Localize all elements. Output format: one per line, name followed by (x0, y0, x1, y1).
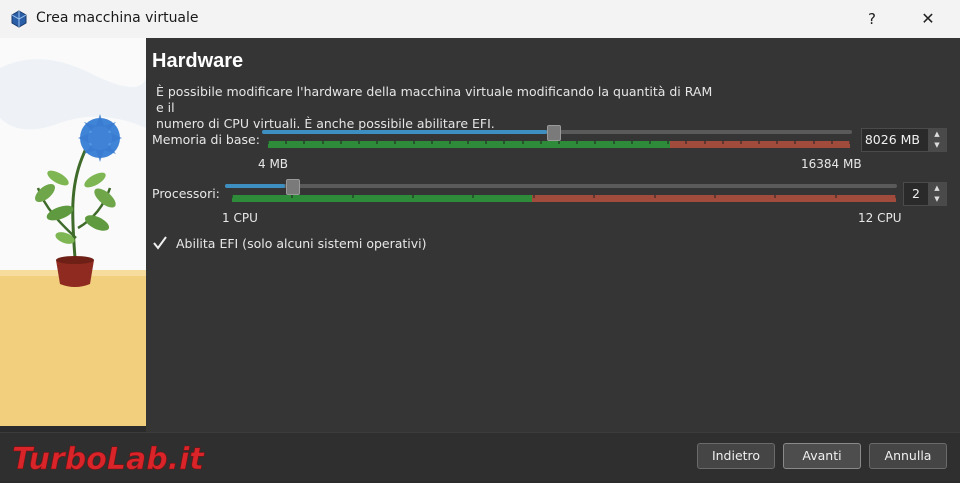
turbolab-watermark: TurboLab.it (10, 441, 250, 483)
memory-spin-arrows[interactable]: ▲ ▼ (928, 129, 946, 151)
cpu-min-label: 1 CPU (222, 211, 258, 225)
help-button[interactable]: ? (852, 4, 892, 34)
watermark-logo: TurboLab.it (12, 442, 206, 478)
virtualbox-icon (11, 10, 27, 28)
cpu-spinbox[interactable]: 2 ▲ ▼ (903, 182, 947, 206)
efi-checkbox[interactable] (152, 235, 168, 251)
watermark-text: TurboLab.it (12, 442, 205, 475)
memory-slider-fill (262, 130, 548, 134)
memory-max-label: 16384 MB (801, 157, 862, 171)
back-button[interactable]: Indietro (697, 443, 775, 469)
cpu-max-label: 12 CPU (858, 211, 902, 225)
spin-up-icon[interactable]: ▲ (928, 129, 946, 140)
window-title: Crea macchina virtuale (36, 10, 199, 26)
page-title: Hardware (152, 50, 244, 72)
wizard-illustration (0, 38, 147, 426)
cpu-slider-fill (225, 184, 286, 188)
cpu-slider-groove[interactable] (225, 184, 897, 188)
memory-spinbox[interactable]: 8026 MB ▲ ▼ (861, 128, 947, 152)
page-description: È possibile modificare l'hardware della … (156, 84, 716, 132)
cpu-slider-handle[interactable] (286, 179, 301, 195)
memory-slider-handle[interactable] (547, 125, 562, 141)
memory-ticks (268, 141, 850, 148)
spin-down-icon[interactable]: ▼ (928, 194, 946, 205)
cpu-value: 2 (912, 186, 920, 201)
spin-down-icon[interactable]: ▼ (928, 140, 946, 151)
cpu-ticks (232, 195, 896, 202)
memory-value: 8026 MB (864, 132, 920, 147)
efi-label[interactable]: Abilita EFI (solo alcuni sistemi operati… (176, 236, 427, 251)
memory-label: Memoria di base: (152, 132, 260, 147)
title-bar: Crea macchina virtuale ? ✕ (0, 0, 960, 39)
spin-up-icon[interactable]: ▲ (928, 183, 946, 194)
memory-min-label: 4 MB (258, 157, 289, 171)
cpu-spin-arrows[interactable]: ▲ ▼ (928, 183, 946, 205)
description-line: È possibile modificare l'hardware della … (156, 84, 713, 115)
next-button[interactable]: Avanti (783, 443, 861, 469)
cpu-label: Processori: (152, 186, 220, 201)
close-button[interactable]: ✕ (906, 4, 950, 34)
cancel-button[interactable]: Annulla (869, 443, 947, 469)
plant-illustration (0, 38, 146, 426)
